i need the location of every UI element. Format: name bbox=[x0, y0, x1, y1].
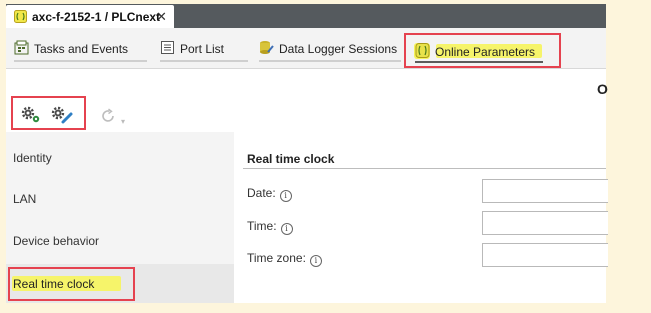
info-icon[interactable]: i bbox=[309, 255, 322, 267]
settings-edit-icon[interactable] bbox=[50, 105, 74, 125]
date-label: Date: i bbox=[247, 186, 292, 202]
tab-underline bbox=[14, 60, 147, 62]
sidebar-item-lan[interactable]: LAN bbox=[13, 192, 36, 206]
time-field[interactable] bbox=[482, 211, 608, 235]
port-list-icon bbox=[161, 41, 174, 54]
plc-device-icon bbox=[14, 10, 27, 23]
refresh-icon[interactable] bbox=[100, 108, 116, 124]
data-logger-icon bbox=[260, 41, 274, 54]
annotation-highlight-box bbox=[8, 267, 135, 301]
time-zone-label: Time zone: i bbox=[247, 251, 322, 267]
sidebar-item-device-behavior[interactable]: Device behavior bbox=[13, 234, 99, 248]
tab-data-logger-sessions[interactable]: Data Logger Sessions bbox=[259, 40, 401, 62]
field-label-text: Time: bbox=[247, 219, 277, 233]
annotation-highlight-box bbox=[404, 33, 561, 68]
close-tab-icon[interactable]: ✕ bbox=[156, 9, 167, 25]
settings-view-icon[interactable] bbox=[20, 105, 42, 125]
page-heading: O bbox=[597, 81, 608, 97]
tab-underline bbox=[160, 60, 248, 62]
tasks-events-icon bbox=[14, 40, 29, 55]
document-tab[interactable]: axc-f-2152-1 / PLCnext ✕ bbox=[6, 5, 174, 28]
field-label-text: Date: bbox=[247, 186, 276, 200]
tab-port-list[interactable]: Port List bbox=[160, 40, 248, 62]
sidebar-item-identity[interactable]: Identity bbox=[13, 151, 52, 165]
info-icon[interactable]: i bbox=[280, 223, 293, 235]
tab-underline bbox=[259, 60, 401, 62]
date-field[interactable] bbox=[482, 179, 608, 203]
tab-label: Port List bbox=[180, 42, 225, 56]
chevron-down-icon[interactable]: ▾ bbox=[121, 117, 125, 126]
document-tab-title: axc-f-2152-1 / PLCnext bbox=[32, 10, 161, 24]
tab-tasks-and-events[interactable]: Tasks and Events bbox=[14, 40, 147, 62]
field-label-text: Time zone: bbox=[247, 251, 306, 265]
section-divider bbox=[243, 168, 606, 169]
time-label: Time: i bbox=[247, 219, 293, 235]
time-zone-field[interactable] bbox=[482, 243, 608, 267]
section-title: Real time clock bbox=[247, 152, 335, 166]
tab-label: Tasks and Events bbox=[34, 42, 129, 56]
tab-label: Data Logger Sessions bbox=[279, 42, 398, 56]
info-icon[interactable]: i bbox=[279, 190, 292, 202]
